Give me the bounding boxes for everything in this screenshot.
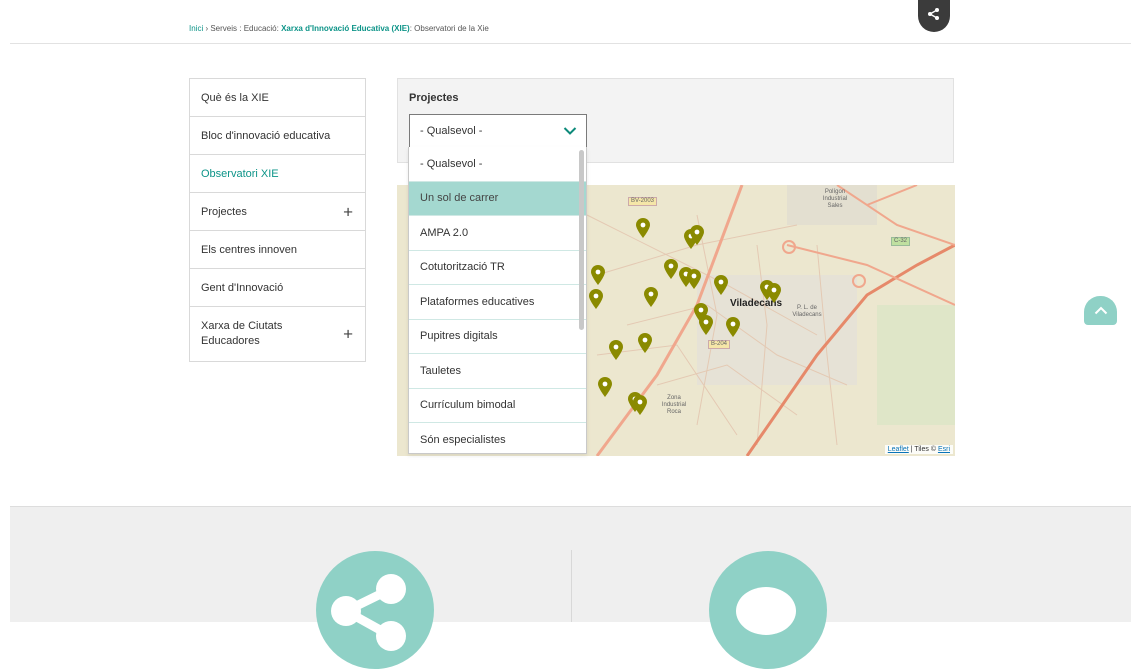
sidebar-item-label: Bloc d'innovació educativa — [201, 129, 331, 142]
share-icon — [331, 574, 406, 651]
projectes-dropdown-list[interactable]: - Qualsevol - Un sol de carrer AMPA 2.0 … — [408, 147, 587, 454]
chat-icon — [736, 587, 796, 635]
sidebar-item-label: Què és la XIE — [201, 91, 269, 104]
map-label-pl: P. L. de Viladecans — [792, 305, 822, 318]
breadcrumb-services: Serveis — [210, 24, 238, 33]
share-icon — [928, 8, 939, 20]
leaflet-link[interactable]: Leaflet — [888, 446, 909, 453]
esri-link[interactable]: Esri — [938, 446, 950, 453]
map-label-road: C-32 — [891, 237, 911, 246]
dropdown-option[interactable]: Currículum bimodal — [409, 389, 586, 423]
footer-divider — [571, 550, 572, 622]
map-marker-icon[interactable] — [588, 288, 604, 310]
sidebar-item-projectes[interactable]: Projectes + — [190, 193, 365, 231]
dropdown-option[interactable]: Són especialistes — [409, 423, 586, 453]
dropdown-option[interactable]: Un sol de carrer — [409, 181, 586, 216]
attribution-text: | Tiles © — [908, 446, 938, 453]
sidebar-item-centres[interactable]: Els centres innoven — [190, 231, 365, 269]
map-marker-icon[interactable] — [637, 332, 653, 354]
breadcrumb-home-link[interactable]: Inici — [189, 24, 203, 33]
map-marker-icon[interactable] — [698, 314, 714, 336]
map-marker-icon[interactable] — [643, 286, 659, 308]
sidebar-item-label: Observatori XIE — [201, 167, 279, 180]
chevron-up-icon — [1094, 306, 1107, 315]
footer — [10, 506, 1131, 669]
sidebar-item-label: Gent d'Innovació — [201, 281, 284, 294]
map-marker-icon[interactable] — [635, 217, 651, 239]
expand-plus-icon[interactable]: + — [343, 326, 353, 343]
map-attribution: Leaflet | Tiles © Esri — [884, 445, 953, 454]
map-label-road: BV-2003 — [628, 197, 658, 206]
dropdown-scrollbar[interactable] — [579, 150, 584, 330]
map-label-poligon: Polígon Industrial Sales — [822, 189, 848, 209]
breadcrumb-network-link[interactable]: Xarxa d'Innovació Educativa (XIE) — [281, 24, 410, 33]
breadcrumb: Inici › Serveis : Educació: Xarxa d'Inno… — [189, 24, 489, 33]
map-marker-icon[interactable] — [590, 264, 606, 286]
sidebar-item-que-es[interactable]: Què és la XIE — [190, 79, 365, 117]
map-marker-icon[interactable] — [725, 316, 741, 338]
share-button[interactable] — [918, 0, 950, 32]
map-label-road: B-204 — [708, 340, 731, 349]
sidebar-item-xarxa-ciutats[interactable]: Xarxa de Ciutats Educadores + — [190, 307, 365, 361]
map-marker-icon[interactable] — [663, 258, 679, 280]
expand-plus-icon[interactable]: + — [343, 203, 353, 220]
filter-label: Projectes — [409, 92, 459, 104]
select-value: - Qualsevol - — [420, 125, 483, 137]
dropdown-option[interactable]: Plataformes educatives — [409, 285, 586, 320]
dropdown-option[interactable]: Cotutorització TR — [409, 251, 586, 285]
map-marker-icon[interactable] — [766, 282, 782, 304]
breadcrumb-education: Educació — [243, 24, 277, 33]
sidebar-item-observatori[interactable]: Observatori XIE — [190, 155, 365, 193]
dropdown-option[interactable]: Pupitres digitals — [409, 320, 586, 354]
scroll-to-top-button[interactable] — [1084, 296, 1117, 325]
top-bar: Inici › Serveis : Educació: Xarxa d'Inno… — [0, 0, 1131, 44]
breadcrumb-separator: : — [237, 24, 244, 33]
header-divider — [10, 43, 1131, 44]
contact-circle-button[interactable] — [709, 551, 827, 669]
map-marker-icon[interactable] — [597, 376, 613, 398]
dropdown-option[interactable]: - Qualsevol - — [409, 147, 586, 182]
sidebar-item-label: Els centres innoven — [201, 243, 297, 256]
map-marker-icon[interactable] — [608, 339, 624, 361]
breadcrumb-current: Observatori de la Xie — [414, 24, 489, 33]
map-marker-icon[interactable] — [686, 268, 702, 290]
sidebar-item-label: Projectes — [201, 205, 247, 218]
sidebar-item-bloc[interactable]: Bloc d'innovació educativa — [190, 117, 365, 155]
projectes-select[interactable]: - Qualsevol - — [409, 114, 587, 148]
map-marker-icon[interactable] — [689, 224, 705, 246]
dropdown-option[interactable]: Tauletes — [409, 354, 586, 389]
map-marker-icon[interactable] — [713, 274, 729, 296]
map-marker-icon[interactable] — [632, 394, 648, 416]
sidebar-item-gent[interactable]: Gent d'Innovació — [190, 269, 365, 307]
map-label-zona: Zona Industrial Roca — [661, 395, 687, 415]
dropdown-option[interactable]: AMPA 2.0 — [409, 216, 586, 251]
chevron-down-icon — [563, 127, 577, 135]
share-circle-button[interactable] — [316, 551, 434, 669]
sidebar-nav: Què és la XIE Bloc d'innovació educativa… — [189, 78, 366, 362]
sidebar-item-label: Xarxa de Ciutats Educadores — [201, 320, 283, 347]
